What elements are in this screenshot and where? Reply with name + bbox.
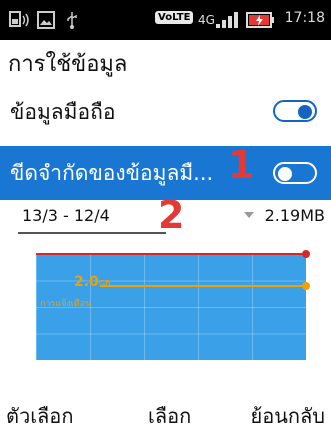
limit-line[interactable] <box>36 253 306 255</box>
network-type: 4G <box>198 13 215 27</box>
limit-line-handle[interactable] <box>302 250 310 258</box>
bottom-nav: ตัวเลือก เลือก ย้อนกลับ <box>0 396 331 430</box>
usage-amount: 2.19MB <box>264 206 325 225</box>
select-button[interactable]: เลือก <box>148 400 191 432</box>
page-title: การใช้ข้อมูล <box>8 52 128 77</box>
image-icon <box>37 11 55 29</box>
annotation-1: 1 <box>228 143 255 187</box>
battery-charging-icon <box>246 12 274 28</box>
signal-icon <box>216 12 238 28</box>
mobile-data-label: ข้อมูลมือถือ <box>10 100 116 124</box>
toggle-knob <box>298 105 312 119</box>
warning-value: 2.0GB <box>74 274 111 290</box>
annotation-2: 2 <box>158 193 185 237</box>
mobile-data-toggle[interactable] <box>273 100 317 122</box>
warning-line[interactable] <box>100 285 306 287</box>
volte-badge: VoLTE <box>155 11 194 24</box>
cycle-range-underline <box>18 232 166 234</box>
cycle-range-select[interactable]: 13/3 - 12/4 <box>22 206 110 225</box>
clock: 17:18 <box>284 10 325 26</box>
options-button[interactable]: ตัวเลือก <box>6 400 73 432</box>
status-bar: VoLTE 4G 17:18 <box>0 0 331 40</box>
data-limit-row[interactable]: ขีดจำกัดของข้อมูลมื... <box>0 146 331 200</box>
dropdown-caret-icon <box>244 212 254 218</box>
warning-line-handle[interactable] <box>302 282 310 290</box>
data-limit-toggle[interactable] <box>273 162 317 184</box>
toggle-knob <box>278 167 292 181</box>
warning-label: การแจ้งเตือน <box>40 299 92 309</box>
back-button[interactable]: ย้อนกลับ <box>251 400 325 432</box>
usb-debug-icon <box>9 11 29 27</box>
data-limit-label: ขีดจำกัดของข้อมูลมื... <box>10 161 214 185</box>
usb-icon <box>67 12 77 29</box>
mobile-data-row[interactable]: ข้อมูลมือถือ <box>0 86 331 134</box>
